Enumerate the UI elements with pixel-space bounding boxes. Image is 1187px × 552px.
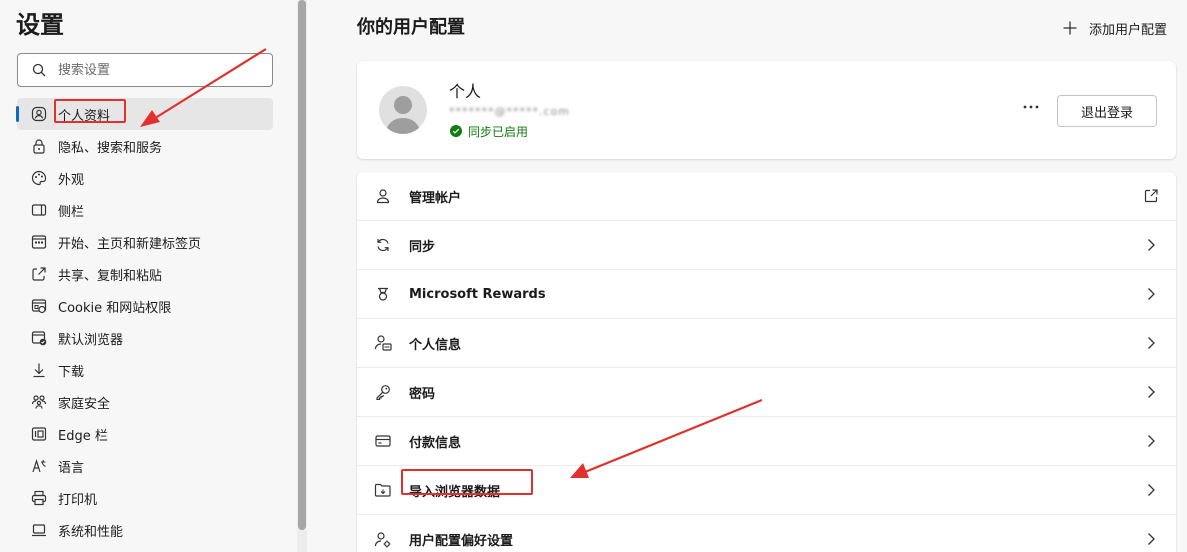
personal-info-icon [373, 333, 393, 353]
page-title: 你的用户配置 [357, 17, 465, 38]
more-icon [1023, 105, 1039, 109]
sidebar-item-label: 共享、复制和粘贴 [58, 268, 163, 284]
chevron-right-icon [1142, 334, 1160, 352]
row-label: 密码 [409, 386, 436, 402]
card-icon [373, 431, 393, 451]
row-sync[interactable]: 同步 [357, 221, 1176, 270]
row-label: 用户配置偏好设置 [409, 534, 514, 549]
account-icon [373, 186, 393, 206]
sidebar-item-privacy[interactable]: 隐私、搜索和服务 [17, 130, 273, 162]
row-label: 付款信息 [409, 435, 462, 451]
more-options-button[interactable] [1019, 95, 1043, 119]
language-icon [30, 457, 48, 475]
sidebar-item-printers[interactable]: 打印机 [17, 482, 273, 514]
chevron-right-icon [1142, 432, 1160, 450]
import-folder-icon [373, 480, 393, 500]
sidebar-item-label: 默认浏览器 [58, 332, 124, 348]
sidebar-item-label: 开始、主页和新建标签页 [58, 236, 202, 252]
sidebar-item-label: 系统和性能 [58, 524, 124, 540]
row-personal-info[interactable]: 个人信息 [357, 319, 1176, 368]
sidebar-item-label: 家庭安全 [58, 396, 111, 412]
palette-icon [30, 169, 48, 187]
family-icon [30, 393, 48, 411]
sidebar-item-sidebar[interactable]: 侧栏 [17, 194, 273, 226]
sidebar-scrollbar[interactable] [298, 0, 306, 530]
row-import-browser-data[interactable]: 导入浏览器数据 [357, 466, 1176, 515]
sidebar-item-cookies[interactable]: Cookie 和网站权限 [17, 290, 273, 322]
browser-icon [30, 329, 48, 347]
sidebar-item-label: 下载 [58, 364, 85, 380]
sidebar-item-language[interactable]: 语言 [17, 450, 273, 482]
sidebar-item-edge-bar[interactable]: Edge 栏 [17, 418, 273, 450]
sidebar-item-downloads[interactable]: 下载 [17, 354, 273, 386]
share-icon [30, 265, 48, 283]
chevron-right-icon [1142, 236, 1160, 254]
home-grid-icon [30, 233, 48, 251]
profile-settings-list: 管理帐户 同步 Microsoft Rewards 个人信息 密码 付款信息 导… [357, 172, 1176, 552]
cookie-icon [30, 297, 48, 315]
add-profile-button[interactable]: 添加用户配置 [1063, 17, 1167, 39]
sidebar-item-label: Cookie 和网站权限 [58, 300, 172, 316]
laptop-icon [30, 521, 48, 539]
plus-icon [1063, 21, 1077, 35]
chevron-right-icon [1142, 530, 1160, 548]
sidebar-item-family[interactable]: 家庭安全 [17, 386, 273, 418]
sidebar-item-appearance[interactable]: 外观 [17, 162, 273, 194]
row-label: 导入浏览器数据 [401, 468, 533, 500]
external-link-icon [1142, 187, 1160, 205]
trophy-icon [373, 284, 393, 304]
row-microsoft-rewards[interactable]: Microsoft Rewards [357, 270, 1176, 319]
sidebar-item-start-home[interactable]: 开始、主页和新建标签页 [17, 226, 273, 258]
avatar [379, 86, 427, 134]
profile-settings-icon [373, 530, 393, 550]
add-profile-label: 添加用户配置 [1088, 22, 1167, 38]
sidebar-item-label: 隐私、搜索和服务 [58, 140, 163, 156]
row-profile-preferences[interactable]: 用户配置偏好设置 [357, 515, 1176, 552]
sync-icon [373, 235, 393, 255]
row-passwords[interactable]: 密码 [357, 368, 1176, 417]
download-icon [30, 361, 48, 379]
chevron-right-icon [1142, 383, 1160, 401]
sync-status-label: 同步已启用 [468, 124, 529, 139]
profile-card: 个人 *******@*****.com 同步已启用 退出登录 [357, 61, 1176, 159]
sidebar-item-label: 外观 [58, 172, 85, 188]
row-label: Microsoft Rewards [409, 286, 546, 302]
row-label: 同步 [409, 239, 436, 255]
profile-icon [30, 105, 48, 123]
sidebar-item-label: 个人资料 [58, 108, 111, 124]
row-label: 管理帐户 [409, 190, 462, 206]
search-box[interactable] [17, 53, 273, 87]
sidebar-item-label: 侧栏 [58, 204, 85, 220]
printer-icon [30, 489, 48, 507]
sidebar-item-profile[interactable]: 个人资料 [16, 98, 273, 130]
row-manage-account[interactable]: 管理帐户 [357, 172, 1176, 221]
row-label-text: 导入浏览器数据 [409, 484, 501, 500]
profile-name: 个人 [449, 82, 482, 101]
edge-bar-icon [30, 425, 48, 443]
lock-icon [30, 137, 48, 155]
profile-email: *******@*****.com [449, 105, 570, 118]
sidebar-item-share[interactable]: 共享、复制和粘贴 [17, 258, 273, 290]
sidebar-item-default-browser[interactable]: 默认浏览器 [17, 322, 273, 354]
row-label: 个人信息 [409, 337, 462, 353]
row-payment-info[interactable]: 付款信息 [357, 417, 1176, 466]
sync-status: 同步已启用 [450, 123, 528, 139]
search-input[interactable] [58, 62, 248, 78]
sidebar: 设置 个人资料 隐私、搜索和服务 外观 [0, 0, 297, 552]
check-circle-icon [450, 125, 462, 137]
sidebar-item-system[interactable]: 系统和性能 [17, 514, 273, 546]
sidebar-item-label: Edge 栏 [58, 428, 108, 444]
sidebar-item-label: 语言 [58, 460, 85, 476]
sidebar-nav: 个人资料 隐私、搜索和服务 外观 侧栏 开始、主页和新建标签页 共享、复制和粘贴… [0, 98, 297, 546]
key-icon [373, 382, 393, 402]
chevron-right-icon [1142, 285, 1160, 303]
signout-button[interactable]: 退出登录 [1057, 95, 1157, 127]
chevron-right-icon [1142, 481, 1160, 499]
search-icon [32, 63, 46, 77]
sidebar-item-label: 打印机 [58, 492, 98, 508]
sidebar-icon [30, 201, 48, 219]
sidebar-title: 设置 [16, 11, 64, 39]
